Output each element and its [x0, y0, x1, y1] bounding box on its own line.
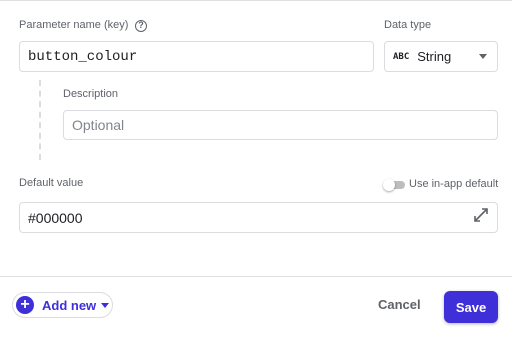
plus-icon: + [16, 296, 34, 314]
add-new-button[interactable]: + Add new [12, 292, 113, 318]
add-new-label: Add new [42, 297, 97, 313]
param-name-value: button_colour [28, 48, 138, 65]
caret-down-icon [101, 302, 110, 308]
help-icon[interactable]: ? [135, 20, 147, 32]
data-type-label: Data type [384, 19, 432, 31]
use-in-app-default-label: Use in-app default [409, 178, 499, 190]
param-name-label: Parameter name (key) [19, 19, 129, 31]
save-button[interactable]: Save [444, 291, 498, 323]
data-type-value: String [417, 49, 452, 64]
indent-guide [39, 80, 41, 160]
chevron-down-icon [479, 54, 487, 59]
cancel-button[interactable]: Cancel [378, 297, 421, 312]
toggle-knob[interactable] [383, 179, 395, 191]
default-value-input[interactable]: #000000 [19, 202, 498, 233]
expand-icon[interactable] [473, 207, 489, 228]
default-value-text: #000000 [28, 209, 83, 226]
default-value-label: Default value [19, 177, 84, 189]
description-placeholder: Optional [72, 117, 125, 133]
top-divider [0, 0, 512, 1]
data-type-select[interactable]: ABC String [384, 41, 498, 72]
text-type-icon: ABC [393, 51, 410, 62]
description-label: Description [63, 88, 119, 100]
param-name-input[interactable]: button_colour [19, 41, 374, 72]
footer-divider [0, 276, 512, 277]
description-input[interactable]: Optional [63, 110, 498, 140]
